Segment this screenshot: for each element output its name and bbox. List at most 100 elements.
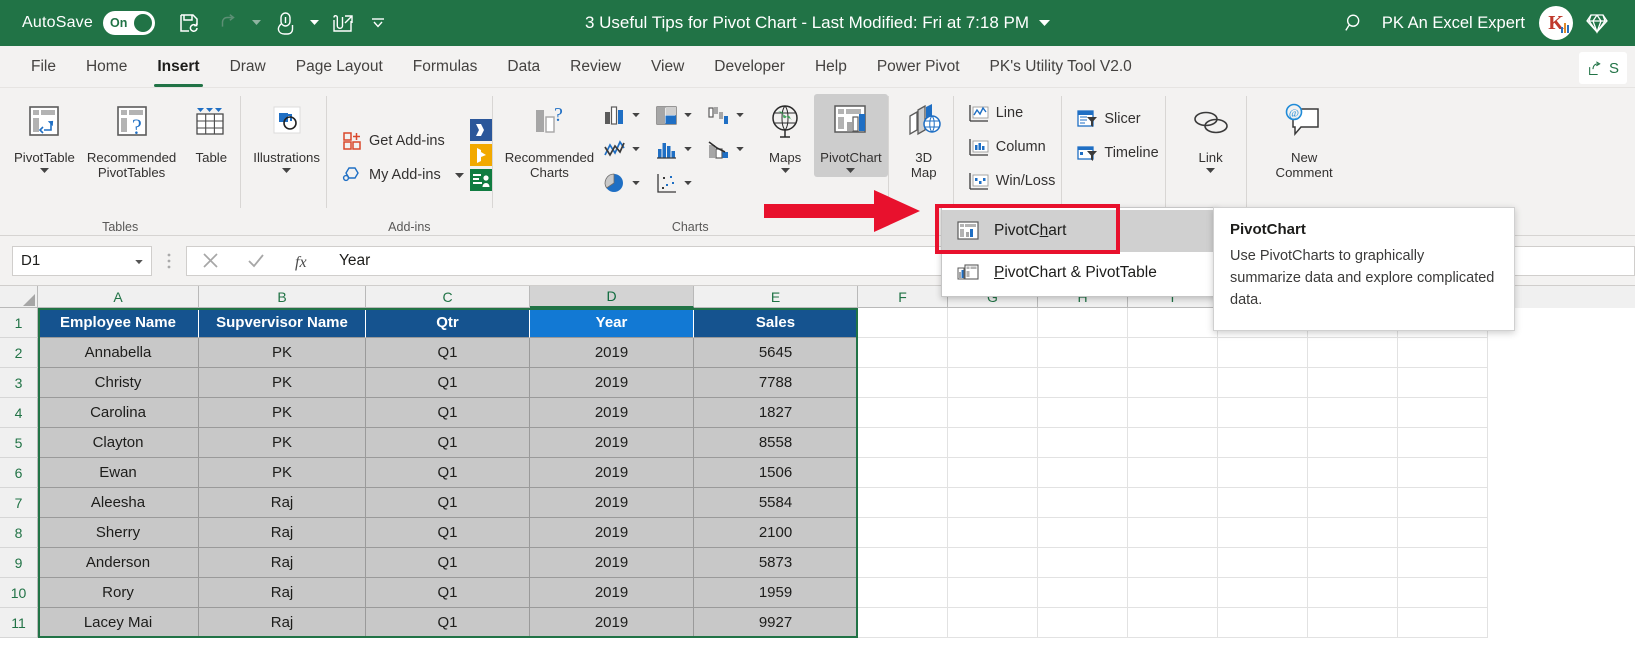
table-cell[interactable] [858, 518, 948, 548]
my-addins-caret[interactable] [455, 167, 464, 183]
column-header-E[interactable]: E [694, 286, 858, 308]
tab-help[interactable]: Help [800, 47, 862, 87]
table-header-cell[interactable]: Employee Name [38, 308, 199, 338]
row-header-9[interactable]: 9 [0, 548, 38, 578]
table-cell[interactable]: PK [199, 368, 366, 398]
table-cell[interactable]: PK [199, 398, 366, 428]
sparkline-winloss-button[interactable]: Win/Loss [962, 164, 1062, 198]
row-header-5[interactable]: 5 [0, 428, 38, 458]
table-cell[interactable] [1128, 548, 1218, 578]
table-cell[interactable] [1038, 488, 1128, 518]
table-cell[interactable] [948, 548, 1038, 578]
table-cell[interactable]: 2019 [530, 578, 694, 608]
row-header-4[interactable]: 4 [0, 398, 38, 428]
table-cell[interactable] [1398, 488, 1488, 518]
table-cell[interactable]: 2019 [530, 368, 694, 398]
table-cell[interactable] [1398, 368, 1488, 398]
table-cell[interactable] [1038, 368, 1128, 398]
table-cell[interactable]: Ewan [38, 458, 199, 488]
table-cell[interactable]: PK [199, 338, 366, 368]
table-cell[interactable] [948, 398, 1038, 428]
table-cell[interactable] [1308, 368, 1398, 398]
table-cell[interactable]: Q1 [366, 548, 530, 578]
table-header-cell[interactable]: Year [530, 308, 694, 338]
table-cell[interactable]: 2019 [530, 488, 694, 518]
waterfall-chart-button[interactable] [704, 98, 756, 132]
table-cell[interactable] [1398, 518, 1488, 548]
new-comment-button[interactable]: @ New Comment [1257, 94, 1352, 180]
menu-item-pivotchart-pivottable[interactable]: PivotChart & PivotTable [942, 252, 1217, 294]
row-header-8[interactable]: 8 [0, 518, 38, 548]
table-cell[interactable] [1218, 398, 1308, 428]
tab-view[interactable]: View [636, 47, 699, 87]
table-cell[interactable] [1308, 518, 1398, 548]
table-cell[interactable]: 8558 [694, 428, 858, 458]
table-cell[interactable] [858, 398, 948, 428]
table-cell[interactable]: 2019 [530, 518, 694, 548]
recommended-pivottables-button[interactable]: ? Recommended PivotTables [81, 94, 182, 180]
bing-maps-icon[interactable] [470, 144, 492, 166]
table-cell[interactable]: 2019 [530, 608, 694, 638]
table-cell[interactable]: Q1 [366, 578, 530, 608]
table-cell[interactable] [1218, 428, 1308, 458]
table-cell[interactable]: Rory [38, 578, 199, 608]
table-cell[interactable]: Sherry [38, 518, 199, 548]
table-cell[interactable]: 2019 [530, 458, 694, 488]
tab-power-pivot[interactable]: Power Pivot [862, 47, 975, 87]
pie-chart-button[interactable] [600, 166, 652, 200]
column-header-B[interactable]: B [199, 286, 366, 308]
table-cell[interactable]: Aleesha [38, 488, 199, 518]
table-cell[interactable]: 9927 [694, 608, 858, 638]
my-addins-button[interactable]: My Add-ins [335, 158, 470, 192]
table-cell[interactable]: 2019 [530, 428, 694, 458]
share-button[interactable]: S [1579, 52, 1627, 84]
table-cell[interactable] [948, 608, 1038, 638]
get-addins-button[interactable]: Get Add-ins [335, 124, 470, 158]
table-cell[interactable] [1308, 458, 1398, 488]
slicer-button[interactable]: Slicer [1070, 102, 1146, 136]
hierarchy-chart-button[interactable] [652, 98, 704, 132]
enter-icon[interactable] [233, 246, 279, 276]
table-cell[interactable] [1218, 338, 1308, 368]
table-cell[interactable] [948, 338, 1038, 368]
table-cell[interactable] [1308, 398, 1398, 428]
table-cell[interactable]: Raj [199, 608, 366, 638]
table-cell[interactable]: Q1 [366, 518, 530, 548]
table-cell[interactable]: Raj [199, 578, 366, 608]
row-header-3[interactable]: 3 [0, 368, 38, 398]
table-cell[interactable]: 2019 [530, 398, 694, 428]
table-cell[interactable] [1128, 338, 1218, 368]
table-cell[interactable]: PK [199, 428, 366, 458]
send-email-icon[interactable] [326, 6, 362, 40]
table-cell[interactable] [1308, 608, 1398, 638]
table-cell[interactable] [1038, 578, 1128, 608]
table-cell[interactable] [1128, 488, 1218, 518]
table-cell[interactable] [1308, 548, 1398, 578]
table-cell[interactable] [1398, 458, 1488, 488]
table-cell[interactable] [858, 608, 948, 638]
table-cell[interactable]: 2019 [530, 548, 694, 578]
illustrations-caret[interactable] [282, 165, 291, 177]
tab-page-layout[interactable]: Page Layout [281, 47, 398, 87]
table-cell[interactable] [1038, 428, 1128, 458]
table-cell[interactable] [858, 428, 948, 458]
3d-map-button[interactable]: 3D Map [895, 94, 953, 180]
table-cell[interactable] [1128, 518, 1218, 548]
visio-data-visualizer-icon[interactable] [470, 119, 492, 141]
maps-button[interactable]: Maps [756, 94, 814, 177]
table-cell[interactable] [1128, 428, 1218, 458]
touch-mode-icon[interactable] [268, 6, 304, 40]
redo-icon[interactable] [210, 6, 246, 40]
table-cell[interactable]: Raj [199, 518, 366, 548]
tab-pk-s-utility-tool-v2-0[interactable]: PK's Utility Tool V2.0 [975, 47, 1147, 87]
table-cell[interactable]: Q1 [366, 458, 530, 488]
statistic-chart-button[interactable] [652, 132, 704, 166]
table-cell[interactable] [1308, 488, 1398, 518]
table-cell[interactable]: Christy [38, 368, 199, 398]
table-cell[interactable] [948, 488, 1038, 518]
table-cell[interactable] [1038, 548, 1128, 578]
table-cell[interactable] [1128, 368, 1218, 398]
table-cell[interactable] [1308, 578, 1398, 608]
document-title[interactable]: 3 Useful Tips for Pivot Chart - Last Mod… [585, 13, 1050, 33]
combo-chart-button[interactable] [704, 132, 756, 166]
